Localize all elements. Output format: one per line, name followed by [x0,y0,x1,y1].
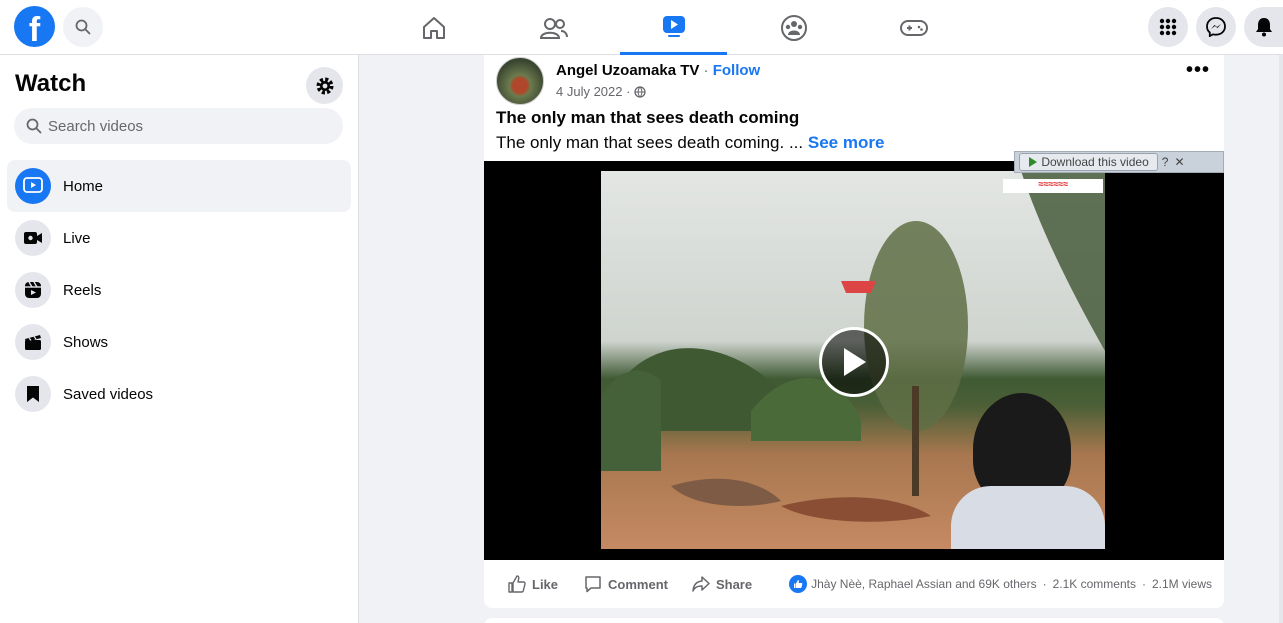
post-actions-bar: Like Comment Share Jhày Nèè, Raphael Ass… [484,570,1224,598]
messenger-button[interactable] [1196,7,1236,47]
download-close-button[interactable]: ✕ [1174,155,1184,169]
home-icon [422,16,445,39]
watch-settings-button[interactable] [306,67,343,104]
like-label: Like [532,576,559,592]
gear-icon [316,77,333,94]
sidebar-item-label: Reels [63,281,102,299]
post-meta: 4 July 2022 · [556,84,647,99]
sidebar-item-reels[interactable]: Reels [7,264,351,316]
sidebar-icon-wrap [15,376,51,412]
author-avatar[interactable] [496,57,544,105]
sidebar-item-shows[interactable]: Shows [7,316,351,368]
play-icon [844,348,866,376]
search-videos-field[interactable] [14,108,343,144]
man-shirt-shape [951,486,1105,549]
see-more-link[interactable]: See more [808,133,885,152]
sidebar-icon-wrap [15,272,51,308]
watch-play-icon [662,16,685,37]
separator-dot: · [1141,577,1146,591]
separator-dot: · [703,62,709,79]
more-options-icon[interactable]: ••• [1186,59,1210,82]
post-author-line: Angel Uzoamaka TV · Follow [556,62,760,79]
comment-button[interactable]: Comment [584,575,668,593]
separator-dot: · [1042,577,1047,591]
page-title: Watch [15,70,87,97]
next-post-card [484,618,1224,623]
sidebar-icon-wrap [15,324,51,360]
share-arrow-icon [692,576,710,592]
scrollbar[interactable] [1279,55,1283,623]
download-video-label: Download this video [1041,155,1149,169]
download-video-bar: Download this video ? ✕ [1014,151,1224,173]
post-text-body: The only man that sees death coming. ... [496,133,804,152]
reels-icon [25,281,41,298]
sidebar-item-label: Shows [63,333,109,351]
messenger-icon [1206,17,1226,37]
comment-icon [585,576,601,593]
grid-menu-icon [1159,18,1177,36]
sidebar-item-saved-videos[interactable]: Saved videos [7,368,351,420]
reactions-summary: Jhày Nèè, Raphael Assian and 69K others … [789,575,1212,593]
search-icon [75,19,91,35]
video-post-card: Angel Uzoamaka TV · Follow 4 July 2022 ·… [484,55,1224,608]
follow-button[interactable]: Follow [713,62,761,79]
facebook-logo[interactable]: f [14,6,55,47]
download-video-button[interactable]: Download this video [1019,153,1158,171]
comments-count[interactable]: 2.1K comments [1053,577,1136,591]
sidebar-item-live[interactable]: Live [7,212,351,264]
sidebar-item-label: Live [63,229,91,247]
thumbs-up-small-icon [794,580,803,588]
like-reaction-icon [789,575,808,593]
views-count: 2.1M views [1151,577,1212,591]
tab-groups[interactable] [740,0,847,55]
notifications-button[interactable] [1244,7,1283,47]
sidebar-icon-wrap [15,220,51,256]
sidebar-item-label: Home [63,177,104,195]
play-button[interactable] [819,327,889,397]
tab-watch[interactable] [620,0,727,55]
watch-play-icon [23,177,43,193]
post-title: The only man that sees death coming [496,108,800,127]
menu-button[interactable] [1148,7,1188,47]
gaming-controller-icon [899,19,928,36]
search-videos-input[interactable] [48,117,328,135]
tab-gaming[interactable] [860,0,967,55]
live-camera-icon [24,232,42,244]
post-date[interactable]: 4 July 2022 · [556,84,630,99]
sidebar-item-home[interactable]: Home [7,160,351,212]
like-button[interactable]: Like [508,575,558,593]
reactors-text[interactable]: Jhày Nèè, Raphael Assian and 69K others [811,577,1036,591]
groups-icon [780,14,807,41]
share-label: Share [715,576,753,592]
facebook-logo-letter: f [28,11,41,47]
watch-sidebar: Watch Home Live Reels Shows Saved videos [0,55,359,623]
download-help-button[interactable]: ? [1162,155,1169,169]
globe-icon [634,85,647,98]
thumbs-up-icon [508,575,526,593]
comment-label: Comment [608,576,668,592]
friends-icon [539,17,568,39]
sidebar-icon-wrap [15,168,51,204]
bell-icon [1255,18,1272,37]
post-text: The only man that sees death coming. ...… [496,133,884,153]
top-navigation-bar: f [0,0,1283,55]
channel-watermark: ≈≈≈≈≈≈ [1003,179,1103,193]
sidebar-item-label: Saved videos [63,385,154,403]
search-icon [26,118,42,134]
clapperboard-icon [25,335,41,350]
download-play-icon [1029,157,1037,167]
author-name[interactable]: Angel Uzoamaka TV [556,62,699,79]
video-player[interactable]: ≈≈≈≈≈≈ [484,161,1224,560]
bookmark-icon [27,386,39,402]
share-button[interactable]: Share [692,575,752,593]
tab-friends[interactable] [500,0,607,55]
tab-home[interactable] [380,0,487,55]
search-button[interactable] [63,7,103,47]
